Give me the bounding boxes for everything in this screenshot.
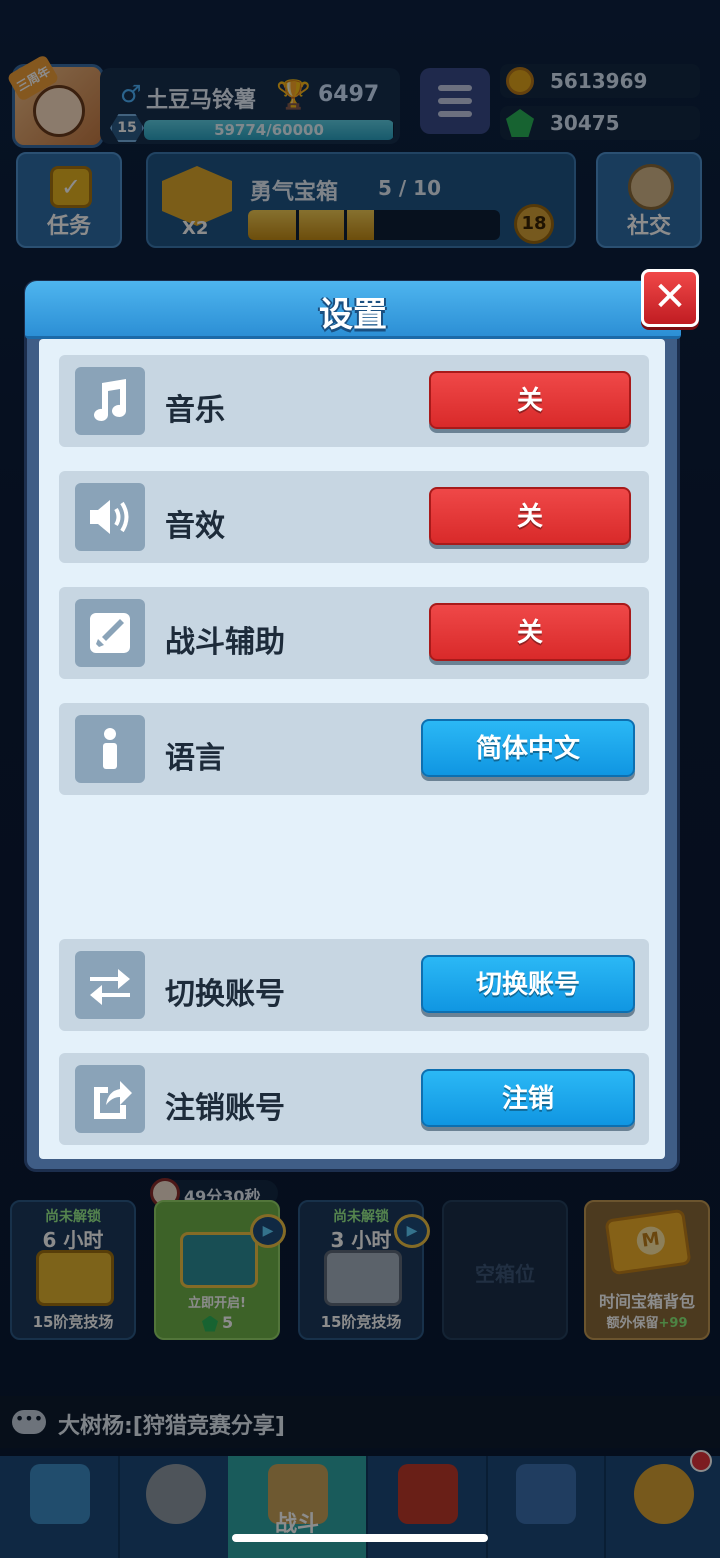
battle-assist-toggle-button[interactable]: 关 [429,603,631,661]
close-button[interactable]: ✕ [641,269,699,327]
speaker-icon [75,483,145,551]
setting-row-sound: 音效 关 [59,471,649,563]
info-icon [75,715,145,783]
home-indicator [232,1534,488,1542]
setting-label: 音效 [165,509,225,544]
setting-label: 音乐 [165,393,225,428]
settings-list: 音乐 关 音效 关 战斗辅助 关 语言 简体中文 切换账号 切换账号 注销账号 … [39,339,665,1159]
music-toggle-button[interactable]: 关 [429,371,631,429]
setting-label: 语言 [165,741,225,776]
modal-title: 设置 [319,295,387,335]
sound-toggle-button[interactable]: 关 [429,487,631,545]
setting-label: 战斗辅助 [165,625,285,660]
setting-row-music: 音乐 关 [59,355,649,447]
setting-label: 注销账号 [165,1091,285,1126]
language-select-button[interactable]: 简体中文 [421,719,635,777]
setting-row-battle-assist: 战斗辅助 关 [59,587,649,679]
setting-row-logout: 注销账号 注销 [59,1053,649,1145]
swap-arrows-icon [75,951,145,1019]
modal-header: 设置 [25,281,681,339]
sword-icon [75,599,145,667]
logout-button[interactable]: 注销 [421,1069,635,1127]
setting-row-switch-account: 切换账号 切换账号 [59,939,649,1031]
music-note-icon [75,367,145,435]
settings-modal: 设置 ✕ 音乐 关 音效 关 战斗辅助 关 语言 简体中文 切换账号 切换账号 … [24,269,699,1172]
share-export-icon [75,1065,145,1133]
setting-label: 切换账号 [165,977,285,1012]
setting-row-language: 语言 简体中文 [59,703,649,795]
switch-account-button[interactable]: 切换账号 [421,955,635,1013]
